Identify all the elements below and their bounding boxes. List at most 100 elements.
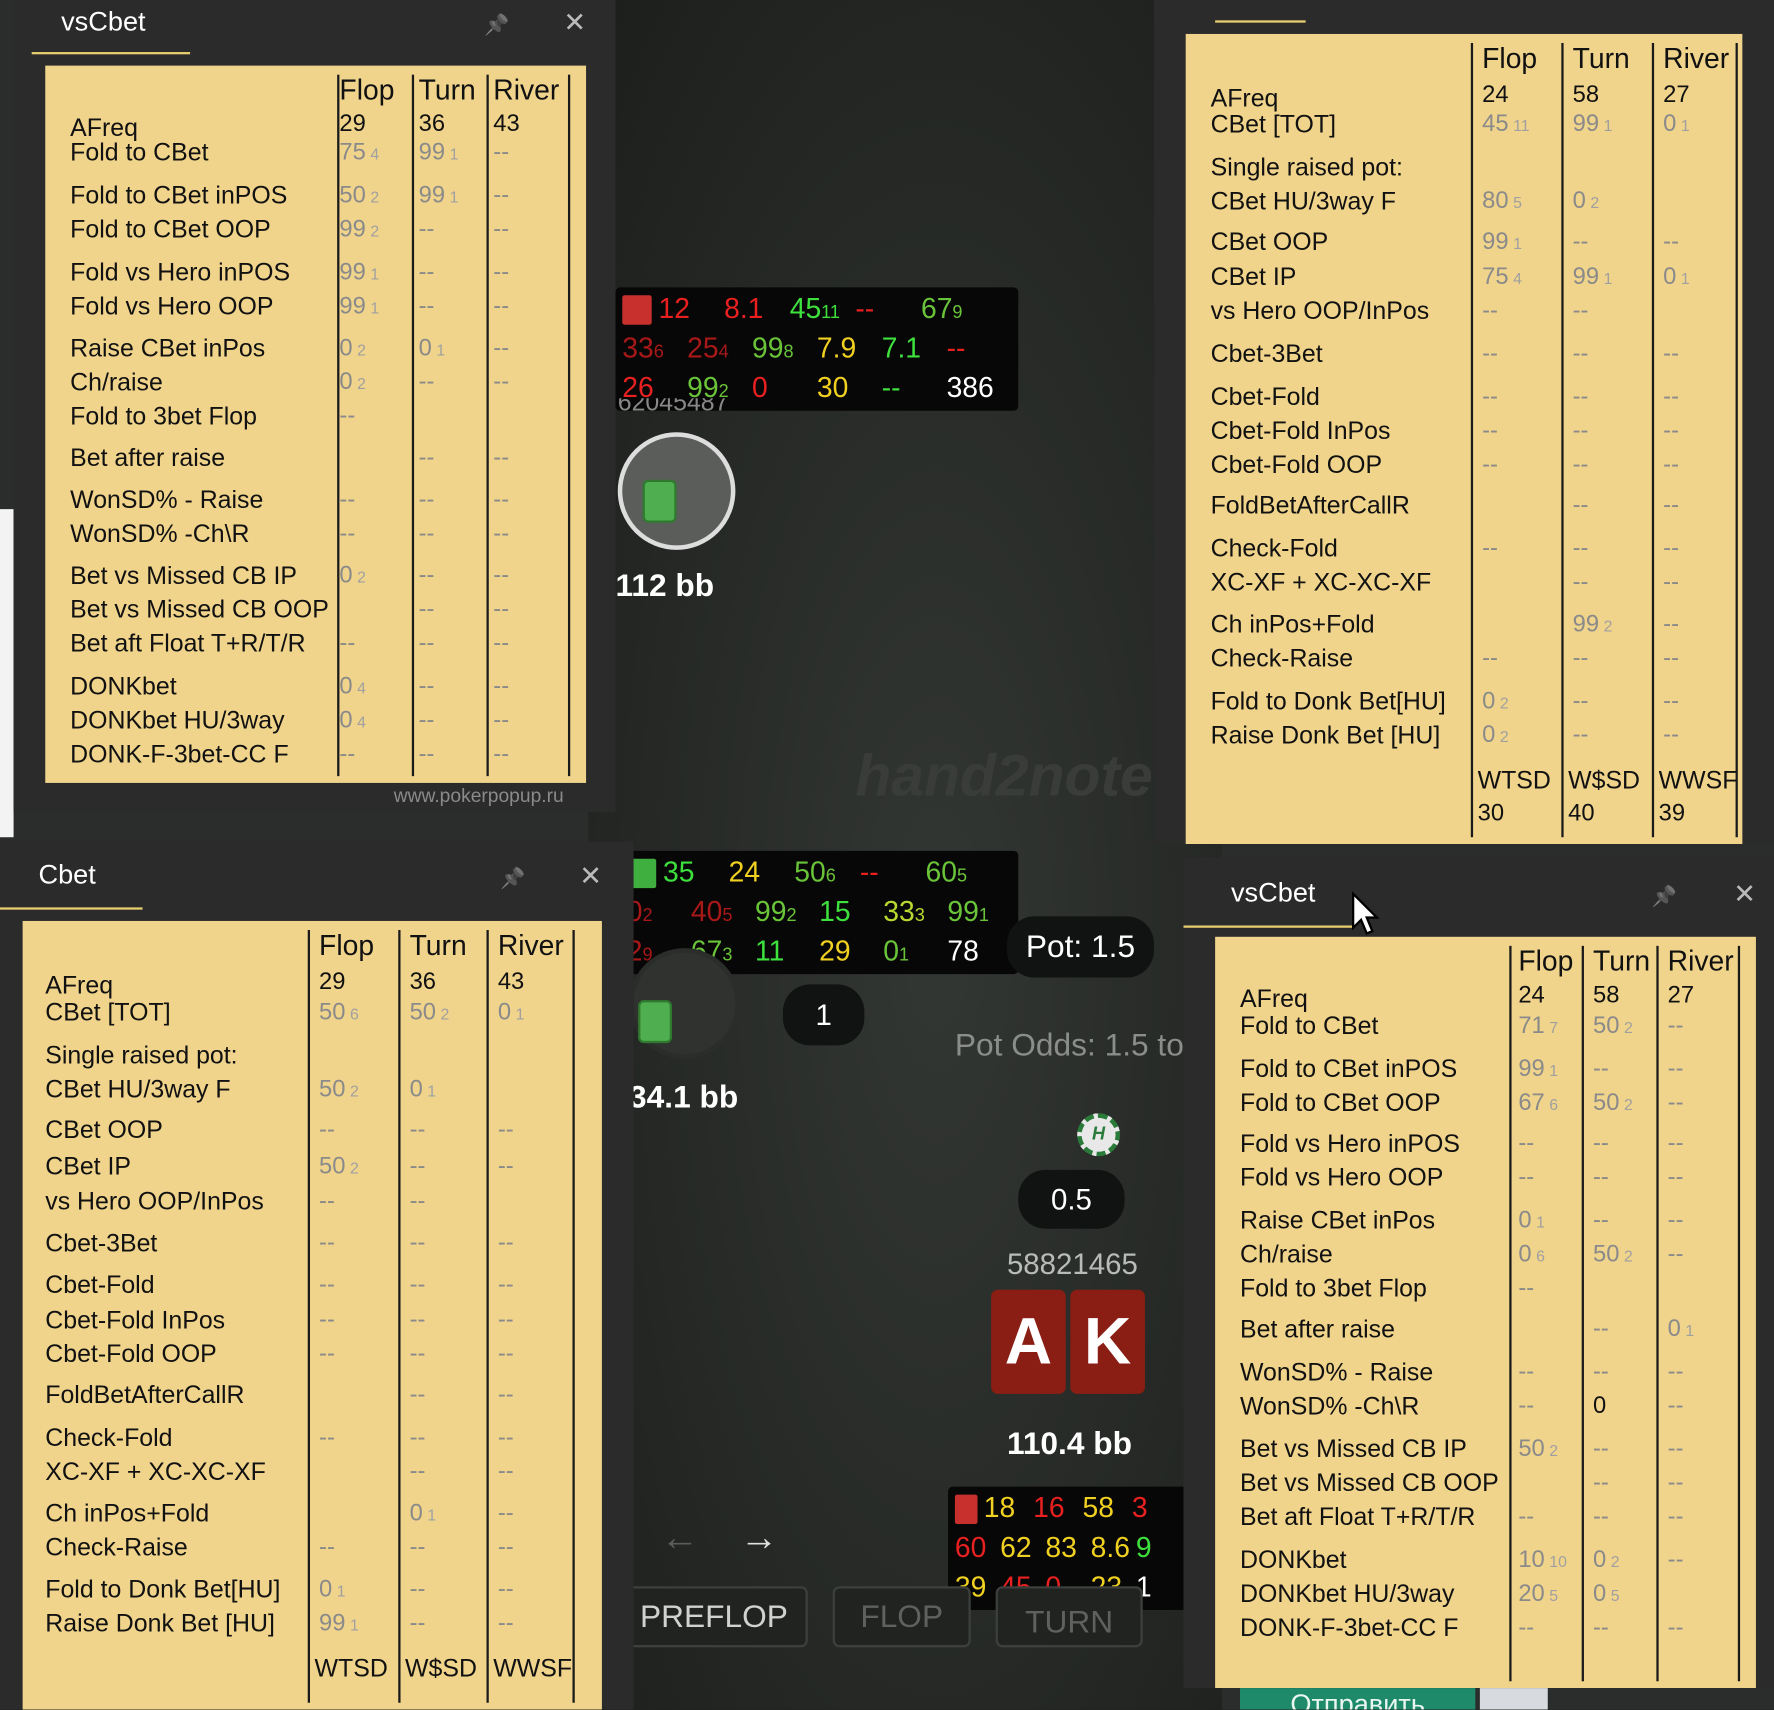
p3-stat-value[interactable]: --: [410, 1153, 426, 1180]
p4-stat-value[interactable]: 01: [1668, 1316, 1695, 1343]
p2-stat-value[interactable]: 02: [1573, 188, 1600, 215]
p3-stat-value[interactable]: 01: [410, 1076, 437, 1103]
p4-stat-value[interactable]: --: [1518, 1504, 1534, 1531]
p1-pin-icon[interactable]: 📌: [484, 14, 509, 38]
p2-stat-value[interactable]: --: [1663, 417, 1679, 444]
p3-stat-value[interactable]: --: [498, 1307, 514, 1334]
p3-stat-value[interactable]: 01: [319, 1576, 346, 1603]
p2-stat-value[interactable]: --: [1573, 298, 1589, 325]
p2-stat-value[interactable]: --: [1663, 492, 1679, 519]
p4-stat-value[interactable]: --: [1593, 1056, 1609, 1083]
p4-stat-value[interactable]: --: [1668, 1164, 1684, 1191]
p4-stat-value[interactable]: --: [1593, 1504, 1609, 1531]
p2-stat-value[interactable]: --: [1482, 341, 1498, 368]
tab-preflop[interactable]: PREFLOP: [620, 1586, 808, 1648]
p3-stat-value[interactable]: --: [498, 1610, 514, 1637]
p4-stat-value[interactable]: --: [1593, 1470, 1609, 1497]
p3-stat-value[interactable]: --: [498, 1117, 514, 1144]
p4-stat-value[interactable]: --: [1593, 1615, 1609, 1642]
p1-stat-value[interactable]: --: [493, 139, 509, 166]
p2-stat-value[interactable]: --: [1573, 341, 1589, 368]
p1-close-icon[interactable]: ✕: [563, 7, 586, 40]
p2-stat-value[interactable]: 75 4: [1482, 264, 1522, 291]
p2-stat-value[interactable]: 80 5: [1482, 188, 1522, 215]
p3-stat-value[interactable]: --: [498, 1576, 514, 1603]
p3-close-icon[interactable]: ✕: [579, 860, 602, 893]
p2-stat-value[interactable]: --: [1663, 341, 1679, 368]
p2-stat-value[interactable]: --: [1663, 569, 1679, 596]
p1-stat-value[interactable]: --: [419, 259, 435, 286]
popup-vscbet-2[interactable]: vsCbet 📌 ✕ Flop 24 Turn 58 River 27 AFreq Fold to …: [1183, 857, 1774, 1689]
p2-stat-value[interactable]: --: [1663, 451, 1679, 478]
p1-stat-value[interactable]: --: [339, 630, 355, 657]
p1-stat-value[interactable]: --: [493, 335, 509, 362]
p4-stat-value[interactable]: --: [1518, 1359, 1534, 1386]
p2-stat-value[interactable]: 99 1: [1573, 111, 1613, 138]
p3-stat-value[interactable]: --: [319, 1424, 335, 1451]
p3-stat-value[interactable]: 50 6: [319, 999, 359, 1026]
p2-stat-value[interactable]: --: [1573, 535, 1589, 562]
p1-stat-value[interactable]: --: [493, 216, 509, 243]
p4-stat-value[interactable]: --: [1668, 1130, 1684, 1157]
p1-stat-value[interactable]: --: [493, 707, 509, 734]
p1-stat-value[interactable]: 99 1: [419, 139, 459, 166]
p3-stat-value[interactable]: --: [498, 1341, 514, 1368]
p2-stat-value[interactable]: --: [1573, 451, 1589, 478]
p2-stat-value[interactable]: --: [1663, 722, 1679, 749]
p4-stat-value[interactable]: --: [1593, 1436, 1609, 1463]
p1-stat-value[interactable]: --: [493, 520, 509, 547]
p3-stat-value[interactable]: 50 2: [410, 999, 450, 1026]
p4-stat-value[interactable]: --: [1518, 1130, 1534, 1157]
p2-stat-value[interactable]: 99 1: [1482, 229, 1522, 256]
p3-stat-value[interactable]: --: [410, 1272, 426, 1299]
hud-player-1[interactable]: 12 8.1 4511 -- 679 336 254 998 7.9 7.1 -- 26 992 0 30-…: [615, 287, 1019, 411]
p4-stat-value[interactable]: --: [1668, 1470, 1684, 1497]
p4-stat-value[interactable]: --: [1518, 1615, 1534, 1642]
p1-stat-value[interactable]: --: [493, 562, 509, 589]
next-arrow-icon[interactable]: →: [740, 1516, 778, 1560]
p1-stat-value[interactable]: 50 2: [339, 182, 379, 209]
p2-stat-value[interactable]: --: [1663, 645, 1679, 672]
p1-stat-value[interactable]: 99 1: [419, 182, 459, 209]
p3-stat-value[interactable]: 01: [410, 1500, 437, 1527]
p3-stat-value[interactable]: --: [319, 1230, 335, 1257]
p2-stat-value[interactable]: --: [1663, 535, 1679, 562]
p4-stat-value[interactable]: --: [1593, 1316, 1609, 1343]
p1-stat-value[interactable]: 99 1: [339, 293, 379, 320]
p2-stat-value[interactable]: --: [1482, 451, 1498, 478]
p3-stat-value[interactable]: --: [498, 1500, 514, 1527]
p3-stat-value[interactable]: --: [319, 1272, 335, 1299]
p4-stat-value[interactable]: 50 2: [1593, 1090, 1633, 1117]
p4-stat-value[interactable]: --: [1668, 1013, 1684, 1040]
p3-stat-value[interactable]: --: [498, 1153, 514, 1180]
p1-stat-value[interactable]: --: [339, 403, 355, 430]
p3-stat-value[interactable]: --: [319, 1117, 335, 1144]
p1-stat-value[interactable]: 02: [339, 369, 366, 396]
p1-stat-value[interactable]: --: [419, 369, 435, 396]
p4-stat-value[interactable]: 71 7: [1518, 1013, 1558, 1040]
p3-stat-value[interactable]: --: [410, 1188, 426, 1215]
tab-turn[interactable]: TURN: [995, 1586, 1143, 1648]
p4-stat-value[interactable]: --: [1593, 1130, 1609, 1157]
p1-stat-value[interactable]: --: [493, 487, 509, 514]
popup-cbet-1[interactable]: Cbet 📌 ✕ Flop 29 Turn 36 River 43 AFreq CBet [TOT]…: [0, 841, 634, 1710]
p1-stat-value[interactable]: --: [339, 487, 355, 514]
p4-stat-value[interactable]: --: [1593, 1359, 1609, 1386]
p2-stat-value[interactable]: --: [1663, 688, 1679, 715]
p4-stat-value[interactable]: --: [1668, 1393, 1684, 1420]
p4-stat-value[interactable]: 10 10: [1518, 1547, 1567, 1574]
p1-stat-value[interactable]: --: [493, 293, 509, 320]
p2-stat-value[interactable]: --: [1573, 417, 1589, 444]
p2-stat-value[interactable]: 02: [1482, 688, 1509, 715]
p2-stat-value[interactable]: --: [1573, 722, 1589, 749]
p4-stat-value[interactable]: --: [1668, 1056, 1684, 1083]
p4-stat-value[interactable]: 50 2: [1518, 1436, 1558, 1463]
p4-stat-value[interactable]: 01: [1518, 1207, 1545, 1234]
p4-stat-value[interactable]: --: [1518, 1164, 1534, 1191]
p3-stat-value[interactable]: 99 1: [319, 1610, 359, 1637]
prev-arrow-icon[interactable]: ←: [661, 1516, 699, 1560]
p4-stat-value[interactable]: --: [1518, 1275, 1534, 1302]
p4-stat-value[interactable]: --: [1668, 1359, 1684, 1386]
p2-stat-value[interactable]: --: [1573, 492, 1589, 519]
p2-stat-value[interactable]: 02: [1482, 722, 1509, 749]
